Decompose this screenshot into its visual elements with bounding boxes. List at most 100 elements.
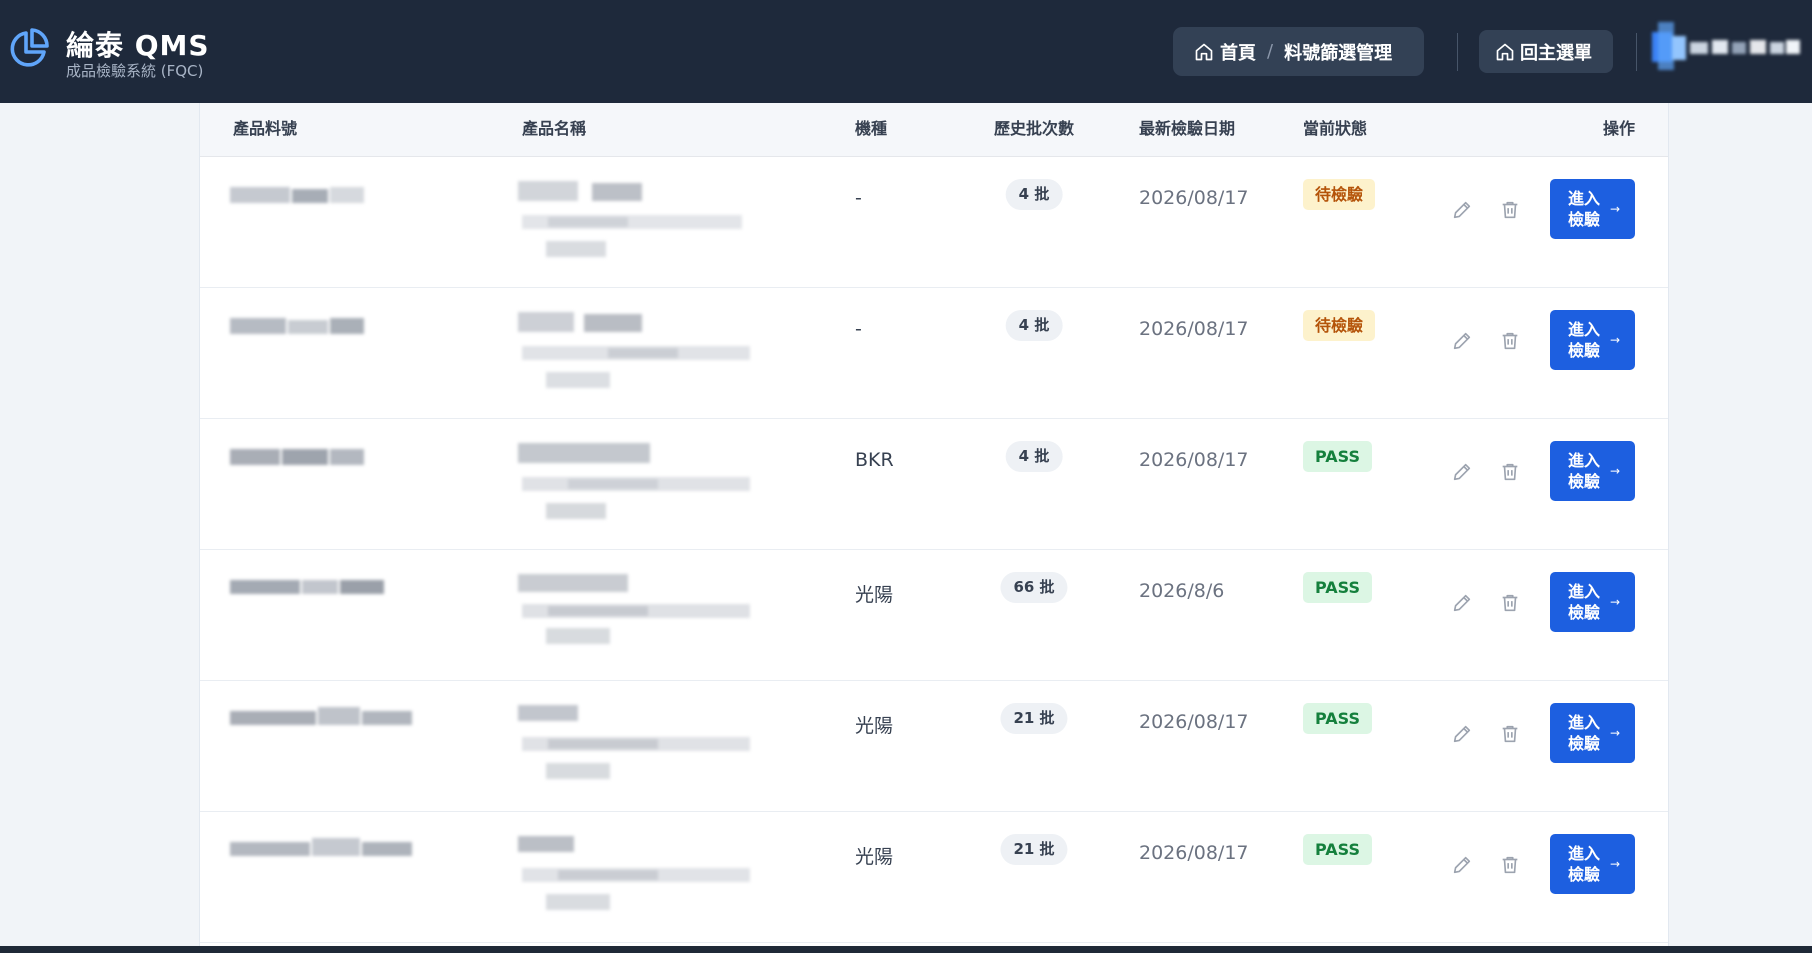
edit-button[interactable]	[1449, 590, 1475, 616]
trash-icon	[1502, 725, 1518, 743]
table-row: 光陽 66 批 2026/8/6 PASS 進入 檢驗 →	[200, 550, 1668, 681]
home-icon	[1195, 43, 1213, 60]
delete-button[interactable]	[1497, 590, 1523, 616]
enter-inspection-button[interactable]: 進入 檢驗 →	[1550, 572, 1635, 632]
part-number-redacted	[230, 316, 370, 340]
batch-count-badge: 4 批	[1005, 441, 1063, 472]
enter-inspection-button[interactable]: 進入 檢驗 →	[1550, 179, 1635, 239]
enter-inspection-label: 進入 檢驗	[1568, 320, 1601, 360]
top-navbar: 綸泰 QMS 成品檢驗系統 (FQC) 首頁 / 料號篩選管理 回主選單	[0, 0, 1812, 103]
delete-button[interactable]	[1497, 721, 1523, 747]
col-header-part-no: 產品料號	[233, 119, 298, 138]
enter-inspection-button[interactable]: 進入 檢驗 →	[1550, 834, 1635, 894]
last-inspection-date: 2026/08/17	[1139, 449, 1249, 471]
back-to-menu-label: 回主選單	[1520, 42, 1592, 64]
edit-button[interactable]	[1449, 197, 1475, 223]
part-number-redacted	[230, 578, 390, 602]
last-inspection-date: 2026/08/17	[1139, 842, 1249, 864]
arrow-right-icon: →	[1610, 726, 1621, 740]
pencil-icon	[1453, 725, 1471, 743]
part-number-redacted	[230, 447, 370, 471]
enter-inspection-label: 進入 檢驗	[1568, 713, 1601, 753]
part-number-redacted	[230, 838, 420, 864]
model-cell: BKR	[855, 449, 894, 471]
table-row: 光陽 21 批 2026/08/17 PASS 進入 檢驗 →	[200, 681, 1668, 812]
arrow-right-icon: →	[1610, 857, 1621, 871]
col-header-batch-count: 歷史批次數	[993, 119, 1075, 138]
batch-count-badge: 66 批	[1000, 572, 1068, 603]
trash-icon	[1502, 201, 1518, 219]
pie-chart-icon	[10, 28, 49, 67]
enter-inspection-button[interactable]: 進入 檢驗 →	[1550, 703, 1635, 763]
delete-button[interactable]	[1497, 328, 1523, 354]
status-badge: PASS	[1303, 834, 1372, 865]
pencil-icon	[1453, 463, 1471, 481]
delete-button[interactable]	[1497, 197, 1523, 223]
edit-button[interactable]	[1449, 852, 1475, 878]
batch-count-badge: 4 批	[1005, 310, 1063, 341]
last-inspection-date: 2026/08/17	[1139, 318, 1249, 340]
batch-count-badge: 21 批	[1000, 834, 1068, 865]
enter-inspection-label: 進入 檢驗	[1568, 189, 1601, 229]
product-name-redacted	[518, 703, 778, 793]
part-number-redacted	[230, 185, 370, 209]
table-row: - 4 批 2026/08/17 待檢驗 進入 檢驗 →	[200, 157, 1668, 288]
back-to-menu-button[interactable]: 回主選單	[1479, 30, 1613, 73]
arrow-right-icon: →	[1610, 464, 1621, 478]
last-inspection-date: 2026/08/17	[1139, 711, 1249, 733]
trash-icon	[1502, 856, 1518, 874]
delete-button[interactable]	[1497, 459, 1523, 485]
pencil-icon	[1453, 201, 1471, 219]
pencil-icon	[1453, 594, 1471, 612]
product-name-redacted	[518, 312, 778, 398]
arrow-right-icon: →	[1610, 595, 1621, 609]
trash-icon	[1502, 332, 1518, 350]
batch-count-badge: 4 批	[1005, 179, 1063, 210]
part-number-table: 產品料號 產品名稱 機種 歷史批次數 最新檢驗日期 當前狀態 操作 - 4 批 …	[199, 103, 1669, 953]
edit-button[interactable]	[1449, 721, 1475, 747]
model-cell: 光陽	[855, 846, 894, 868]
enter-inspection-label: 進入 檢驗	[1568, 451, 1601, 491]
user-menu[interactable]	[1652, 22, 1802, 82]
enter-inspection-button[interactable]: 進入 檢驗 →	[1550, 441, 1635, 501]
last-inspection-date: 2026/08/17	[1139, 187, 1249, 209]
product-name-redacted	[518, 443, 778, 529]
window-bottom-edge	[0, 946, 1812, 953]
col-header-last-date: 最新檢驗日期	[1139, 119, 1236, 138]
arrow-right-icon: →	[1610, 333, 1621, 347]
trash-icon	[1502, 463, 1518, 481]
delete-button[interactable]	[1497, 852, 1523, 878]
breadcrumb: 首頁 / 料號篩選管理	[1173, 27, 1424, 76]
model-cell: -	[855, 187, 862, 209]
product-name-redacted	[518, 574, 778, 660]
brand-subtitle: 成品檢驗系統 (FQC)	[66, 62, 204, 80]
table-row: BKR 4 批 2026/08/17 PASS 進入 檢驗 →	[200, 419, 1668, 550]
product-name-redacted	[518, 181, 778, 267]
breadcrumb-current: 料號篩選管理	[1284, 42, 1393, 64]
model-cell: 光陽	[855, 715, 894, 737]
col-header-product-name: 產品名稱	[522, 119, 587, 138]
col-header-status: 當前狀態	[1303, 119, 1368, 138]
model-cell: -	[855, 318, 862, 340]
edit-button[interactable]	[1449, 328, 1475, 354]
product-name-redacted	[518, 834, 778, 924]
status-badge: 待檢驗	[1303, 310, 1376, 341]
pencil-icon	[1453, 332, 1471, 350]
edit-button[interactable]	[1449, 459, 1475, 485]
breadcrumb-home-link[interactable]: 首頁	[1220, 39, 1256, 65]
breadcrumb-separator: /	[1267, 41, 1274, 62]
part-number-redacted	[230, 707, 420, 733]
header-divider	[1636, 33, 1637, 71]
enter-inspection-label: 進入 檢驗	[1568, 844, 1601, 884]
table-row: - 4 批 2026/08/17 待檢驗 進入 檢驗 →	[200, 288, 1668, 419]
enter-inspection-label: 進入 檢驗	[1568, 582, 1601, 622]
table-header: 產品料號 產品名稱 機種 歷史批次數 最新檢驗日期 當前狀態 操作	[200, 103, 1668, 157]
trash-icon	[1502, 594, 1518, 612]
col-header-actions: 操作	[1602, 119, 1635, 138]
home-icon	[1496, 43, 1514, 60]
brand-title: 綸泰 QMS	[66, 29, 210, 62]
arrow-right-icon: →	[1610, 202, 1621, 216]
status-badge: PASS	[1303, 703, 1372, 734]
status-badge: PASS	[1303, 441, 1372, 472]
enter-inspection-button[interactable]: 進入 檢驗 →	[1550, 310, 1635, 370]
